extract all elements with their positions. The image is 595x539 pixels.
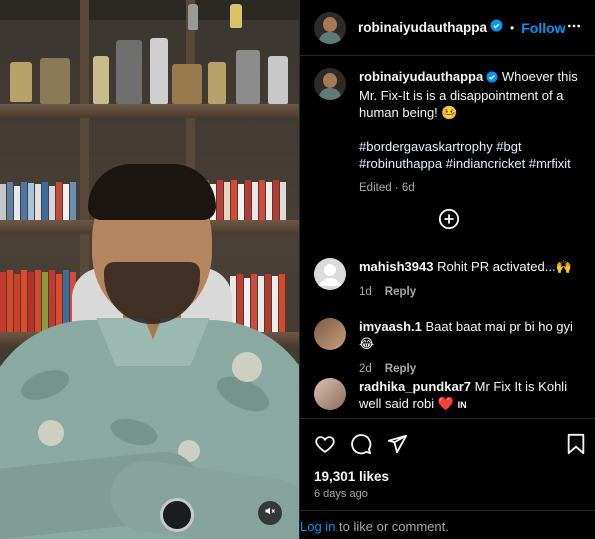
avatar[interactable] <box>314 258 346 290</box>
comment-username[interactable]: radhika_pundkar7 <box>359 379 471 394</box>
header-username[interactable]: robinaiyudauthappa <box>358 20 487 35</box>
login-prompt: Log in to like or comment. <box>300 510 595 539</box>
caption-username[interactable]: robinaiyudauthappa <box>359 69 483 84</box>
comment-meta: 1d Reply <box>359 284 581 301</box>
action-bar <box>300 418 595 468</box>
separator-dot: • <box>510 20 515 35</box>
comment-text: Rohit PR activated...🙌 <box>437 259 572 274</box>
comment-item: imyaash.1 Baat baat mai pr bi ho gyi😂 2d… <box>314 318 584 378</box>
login-text: to like or comment. <box>335 519 449 534</box>
follow-button[interactable]: Follow <box>521 20 565 36</box>
comment-time: 1d <box>359 286 372 298</box>
caption-meta: Edited · 6d <box>359 182 415 194</box>
avatar[interactable] <box>314 378 346 410</box>
share-icon[interactable] <box>386 433 408 460</box>
edited-label: Edited <box>359 182 392 194</box>
comment-username[interactable]: mahish3943 <box>359 259 433 274</box>
post-header: robinaiyudauthappa • Follow <box>300 0 595 56</box>
post-side-panel: robinaiyudauthappa • Follow robinaiyudau… <box>299 0 595 539</box>
more-horizontal-icon[interactable] <box>566 18 582 39</box>
post-video[interactable] <box>0 0 299 539</box>
comment-icon[interactable] <box>350 433 372 460</box>
wristwatch <box>160 498 194 532</box>
heart-emoji: ❤️ <box>437 396 454 411</box>
avatar[interactable] <box>314 68 346 100</box>
reply-button[interactable]: Reply <box>385 286 416 298</box>
caption-time: 6d <box>401 182 415 194</box>
caption-hashtags[interactable]: #bordergavaskartrophy #bgt #robinuthappa… <box>359 138 586 172</box>
verified-badge-icon <box>486 70 498 87</box>
likes-count[interactable]: 19,301 likes <box>314 469 389 484</box>
flag-in: IN <box>457 400 467 410</box>
comment-username[interactable]: imyaash.1 <box>359 319 422 334</box>
comment-time: 2d <box>359 363 372 375</box>
hair <box>88 164 216 220</box>
speaker-muted-icon <box>264 504 276 522</box>
comment-item: radhika_pundkar7 Mr Fix It is Kohli well… <box>314 378 584 414</box>
comment-meta: 2d Reply <box>359 361 581 378</box>
heart-icon[interactable] <box>314 433 336 460</box>
mute-button[interactable] <box>258 501 282 525</box>
reply-button[interactable]: Reply <box>385 363 416 375</box>
avatar[interactable] <box>314 11 346 44</box>
verified-badge-icon <box>490 19 503 37</box>
plus-circle-icon[interactable] <box>438 208 460 235</box>
avatar[interactable] <box>314 318 346 350</box>
person <box>0 0 299 539</box>
login-link[interactable]: Log in <box>300 519 335 534</box>
post-caption: robinaiyudauthappa Whoever this Mr. Fix-… <box>314 68 586 197</box>
bookmark-icon[interactable] <box>566 433 586 460</box>
comment-item: mahish3943 Rohit PR activated...🙌 1d Repl… <box>314 258 584 301</box>
post-time: 6 days ago <box>314 488 368 500</box>
